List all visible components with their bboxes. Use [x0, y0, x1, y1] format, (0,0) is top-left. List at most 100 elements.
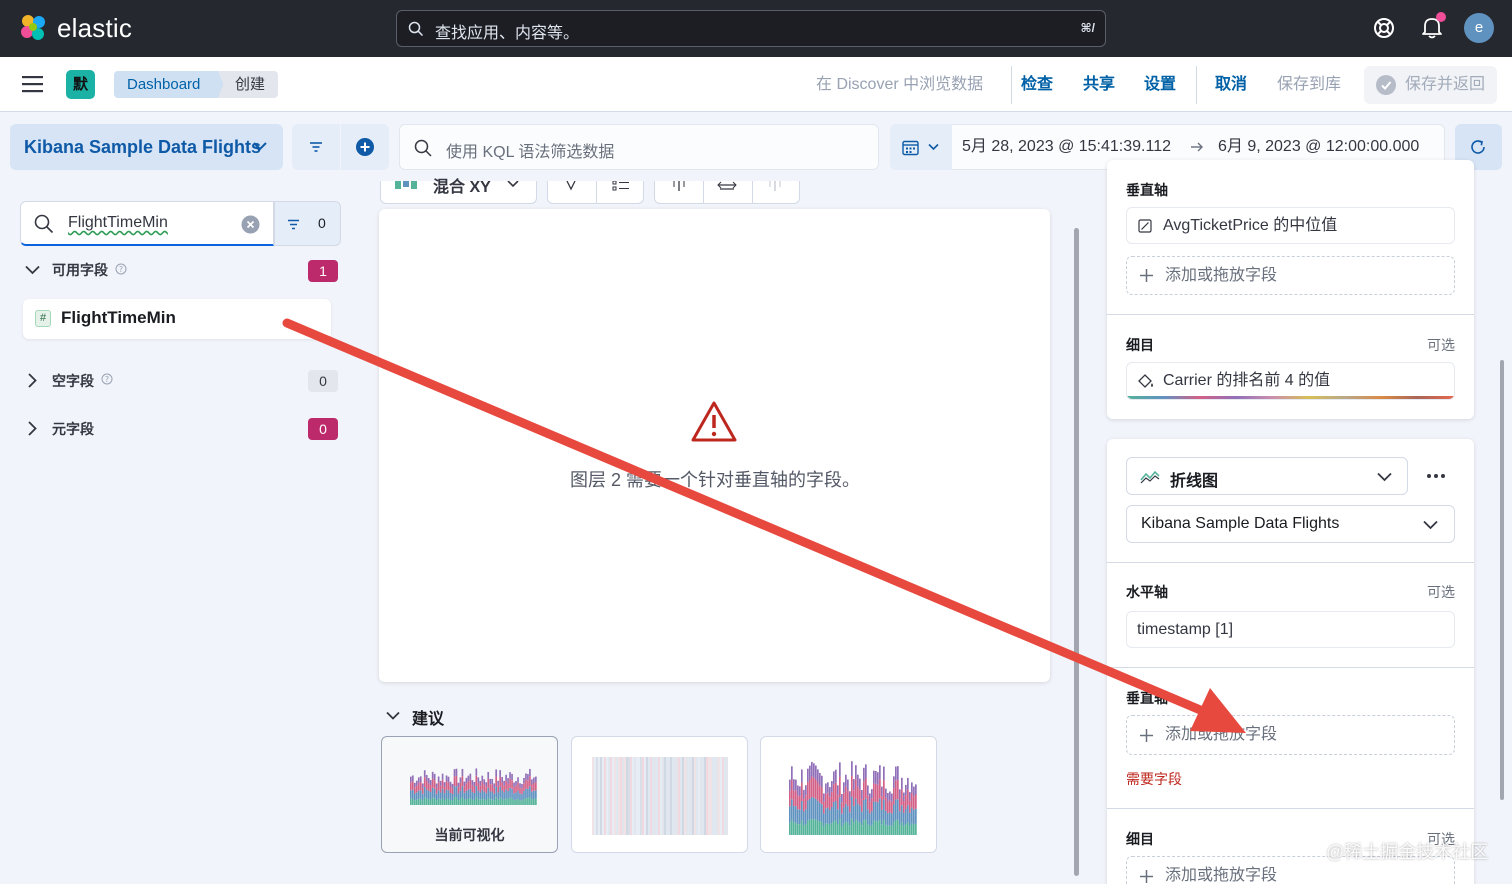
data-view-picker[interactable]: Kibana Sample Data Flights	[10, 124, 283, 170]
thumbnail-cell	[656, 757, 658, 835]
chevron-down-icon[interactable]	[386, 711, 400, 720]
thumbnail-bar	[909, 812, 911, 826]
space-avatar[interactable]: 默	[66, 70, 95, 99]
thumbnail-bar	[503, 792, 505, 800]
thumbnail-bar	[441, 788, 444, 799]
brush-icon[interactable]	[564, 181, 578, 191]
chevron-down-icon[interactable]	[25, 265, 40, 275]
thumbnail-bar	[877, 802, 879, 822]
thumbnail-bar	[849, 812, 851, 826]
thumbnail-bar	[435, 793, 438, 801]
thumbnail-bar	[413, 782, 416, 788]
chevron-down-icon	[507, 181, 519, 187]
share-button[interactable]: 共享	[1083, 73, 1115, 97]
help-icon[interactable]	[1373, 17, 1395, 39]
global-search-input[interactable]: 查找应用、内容等。 ⌘/	[396, 10, 1106, 47]
inspect-button[interactable]: 检查	[1021, 73, 1053, 97]
layer-type-select[interactable]: 折线图	[1126, 457, 1408, 495]
chevron-right-icon[interactable]	[27, 373, 37, 388]
workspace-scrollbar[interactable]	[1074, 228, 1079, 876]
thumbnail-cell	[596, 757, 598, 835]
suggestion-thumbnail	[410, 768, 537, 805]
suggestion-current[interactable]: 当前可视化	[381, 736, 558, 853]
plus-icon	[1140, 870, 1153, 883]
layer2-vertical-add-field-dropzone[interactable]: 添加或拖放字段	[1126, 715, 1455, 755]
right-axis-icon[interactable]	[767, 181, 783, 193]
thumbnail-bar	[481, 798, 484, 805]
thumbnail-cell	[718, 757, 720, 835]
toolbar-group-appearance	[547, 181, 644, 204]
chevron-right-icon[interactable]	[27, 421, 37, 436]
thumbnail-bar	[425, 789, 428, 799]
kql-query-input[interactable]: 使用 KQL 语法筛选数据	[399, 124, 879, 170]
thumbnail-cell	[666, 757, 668, 835]
meta-fields-label[interactable]: 元字段	[52, 419, 94, 439]
thumbnail-cell	[648, 757, 650, 835]
thumbnail-bar	[449, 786, 452, 793]
save-and-return-button[interactable]: 保存并返回	[1364, 66, 1497, 104]
thumbnail-cell	[724, 757, 726, 835]
layer-data-view-select[interactable]: Kibana Sample Data Flights	[1126, 505, 1455, 543]
thumbnail-bar	[427, 799, 430, 805]
thumbnail-bar	[459, 777, 462, 783]
visualization-canvas[interactable]	[379, 209, 1050, 682]
warning-icon	[691, 401, 737, 442]
thumbnail-bar	[507, 791, 509, 800]
thumbnail-bar	[913, 809, 915, 825]
thumbnail-bar	[871, 824, 873, 835]
layer1-vertical-axis-dimension[interactable]: AvgTicketPrice 的中位值	[1126, 207, 1455, 244]
thumbnail-bar	[863, 800, 865, 821]
thumbnail-bar	[473, 786, 476, 794]
field-search-input[interactable]: FlightTimeMin	[20, 201, 274, 246]
thumbnail-bar	[467, 781, 470, 790]
brand-name[interactable]: elastic	[57, 12, 132, 44]
thumbnail-bar	[813, 819, 815, 835]
thumbnail-bar	[819, 821, 821, 835]
empty-fields-label[interactable]: 空字段	[52, 371, 94, 391]
suggestion-stacked-bar[interactable]	[760, 736, 937, 853]
hamburger-menu-icon[interactable]	[22, 75, 44, 93]
thumbnail-cell	[602, 757, 604, 835]
available-fields-label[interactable]: 可用字段	[52, 260, 108, 280]
add-filter-button[interactable]	[341, 124, 389, 170]
chart-type-switcher[interactable]: 混合 XY	[380, 179, 537, 204]
suggestion-heatmap[interactable]	[571, 736, 748, 853]
thumbnail-bar	[905, 794, 907, 809]
layer1-add-field-dropzone[interactable]: 添加或拖放字段	[1126, 256, 1455, 295]
legend-icon[interactable]	[612, 181, 630, 191]
layer1-breakdown-dimension[interactable]: Carrier 的排名前 4 的值	[1126, 362, 1455, 400]
field-type-filter-button[interactable]: 0	[274, 201, 341, 246]
filter-options-button[interactable]	[292, 124, 340, 170]
date-quick-menu-button[interactable]	[890, 124, 952, 170]
save-to-library-button[interactable]: 保存到库	[1277, 73, 1341, 97]
thumbnail-bar	[831, 791, 833, 807]
thumbnail-bar	[483, 791, 486, 800]
thumbnail-bar	[431, 771, 434, 779]
info-icon[interactable]: ?	[115, 263, 127, 275]
settings-button[interactable]: 设置	[1144, 73, 1176, 97]
thumbnail-bar	[503, 780, 505, 786]
layer2-horizontal-axis-dimension[interactable]: timestamp [1]	[1126, 611, 1455, 648]
breadcrumb-dashboard[interactable]: Dashboard	[114, 71, 230, 98]
discover-link[interactable]: 在 Discover 中浏览数据	[816, 73, 983, 97]
thumbnail-bar	[809, 798, 811, 820]
config-panel-scrollbar[interactable]	[1500, 360, 1504, 800]
left-axis-icon[interactable]	[670, 181, 688, 193]
thumbnail-bar	[417, 790, 420, 799]
user-avatar[interactable]: e	[1464, 13, 1494, 43]
clear-icon[interactable]	[241, 215, 260, 234]
field-item-flighttimemin[interactable]: # FlightTimeMin	[23, 299, 331, 339]
thumbnail-bar	[481, 781, 484, 790]
thumbnail-cell	[622, 757, 624, 835]
thumbnail-bar	[873, 770, 875, 784]
bottom-axis-icon[interactable]	[716, 181, 738, 193]
svg-text:?: ?	[119, 265, 123, 274]
cancel-button[interactable]: 取消	[1215, 73, 1247, 97]
palette-strip	[1127, 396, 1454, 399]
thumbnail-bar	[455, 786, 458, 798]
thumbnail-bar	[515, 799, 517, 805]
thumbnail-bar	[905, 823, 907, 835]
more-actions-icon[interactable]	[1426, 473, 1446, 479]
thumbnail-bar	[803, 811, 805, 826]
info-icon[interactable]: ?	[101, 373, 113, 385]
